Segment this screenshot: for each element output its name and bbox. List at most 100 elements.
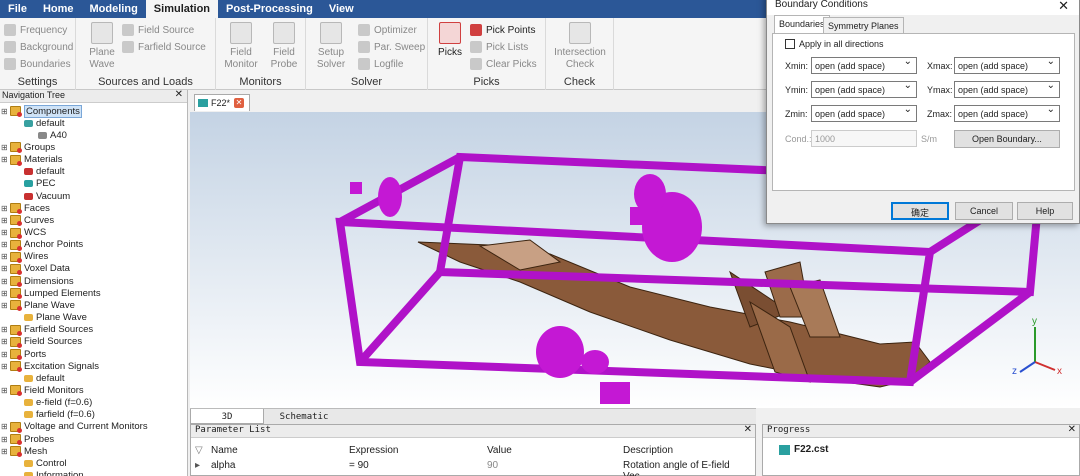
open-boundary-button[interactable]: Open Boundary... bbox=[954, 130, 1060, 148]
intersection-check-button[interactable]: Intersection Check bbox=[550, 22, 610, 71]
tree-item[interactable]: ⊞ Excitation Signals bbox=[1, 360, 99, 373]
boundaries-button[interactable]: Boundaries bbox=[4, 58, 71, 70]
tree-item[interactable]: A40 bbox=[38, 129, 67, 141]
expand-icon[interactable]: ⊞ bbox=[1, 107, 8, 116]
background-button[interactable]: Background bbox=[4, 41, 73, 53]
tree-item[interactable]: Information bbox=[24, 470, 84, 476]
tree-item[interactable]: ⊞ Materials bbox=[1, 154, 63, 166]
tab-boundaries[interactable]: Boundaries bbox=[774, 15, 830, 33]
field-source-button[interactable]: Field Source bbox=[122, 24, 194, 36]
param-description-cell[interactable]: Rotation angle of E-field Vec... bbox=[623, 460, 755, 476]
tree-item[interactable]: ⊞ Ports bbox=[1, 348, 46, 360]
expand-icon[interactable]: ⊞ bbox=[1, 435, 8, 444]
param-name-cell[interactable]: alpha bbox=[211, 460, 235, 471]
zmax-select[interactable]: open (add space) bbox=[954, 104, 1060, 122]
optimizer-button[interactable]: Optimizer bbox=[358, 24, 417, 36]
expand-icon[interactable]: ⊞ bbox=[1, 204, 8, 213]
ymax-select[interactable]: open (add space) bbox=[954, 80, 1060, 98]
cancel-button[interactable]: Cancel bbox=[955, 202, 1013, 220]
filter-icon[interactable]: ▽ bbox=[195, 445, 203, 456]
field-monitor-button[interactable]: Field Monitor bbox=[222, 22, 260, 71]
tree-item[interactable]: ⊞ Lumped Elements bbox=[1, 287, 101, 300]
tree-item[interactable]: ⊞ Components bbox=[1, 104, 82, 118]
column-description-header[interactable]: Description bbox=[623, 445, 673, 456]
xmax-select[interactable]: open (add space) bbox=[954, 56, 1060, 74]
column-value-header[interactable]: Value bbox=[487, 445, 512, 456]
pick-points-button[interactable]: Pick Points bbox=[470, 24, 535, 36]
expand-icon[interactable]: ⊞ bbox=[1, 422, 8, 431]
ymin-select[interactable]: open (add space) bbox=[811, 80, 917, 98]
expand-icon[interactable]: ⊞ bbox=[1, 216, 8, 225]
close-icon[interactable]: ✕ bbox=[175, 89, 183, 100]
close-icon[interactable]: ✕ bbox=[1058, 0, 1069, 14]
close-icon[interactable]: ✕ bbox=[744, 424, 752, 435]
tree-item[interactable]: PEC bbox=[24, 178, 56, 190]
expand-icon[interactable]: ⊞ bbox=[1, 264, 8, 273]
menu-home[interactable]: Home bbox=[35, 0, 82, 18]
field-probe-button[interactable]: Field Probe bbox=[266, 22, 302, 71]
expand-icon[interactable]: ⊞ bbox=[1, 277, 8, 286]
tree-item[interactable]: default bbox=[24, 372, 65, 384]
logfile-button[interactable]: Logfile bbox=[358, 58, 403, 70]
expand-icon[interactable]: ⊞ bbox=[1, 155, 8, 164]
menu-simulation[interactable]: Simulation bbox=[145, 0, 219, 18]
tree-item[interactable]: ⊞ Farfield Sources bbox=[1, 324, 93, 336]
tree-item[interactable]: Plane Wave bbox=[24, 312, 87, 324]
expand-icon[interactable]: ⊞ bbox=[1, 301, 8, 310]
farfield-source-button[interactable]: Farfield Source bbox=[122, 41, 206, 53]
zmin-select[interactable]: open (add space) bbox=[811, 104, 917, 122]
plane-wave-button[interactable]: Plane Wave bbox=[84, 22, 120, 71]
tree-item[interactable]: Control bbox=[24, 457, 67, 469]
tree-item[interactable]: ⊞ Field Monitors bbox=[1, 384, 84, 397]
picks-button[interactable]: Picks bbox=[432, 22, 468, 59]
tree-item[interactable]: ⊞ Groups bbox=[1, 141, 55, 154]
menu-file[interactable]: File bbox=[0, 0, 35, 18]
apply-all-checkbox[interactable] bbox=[785, 39, 795, 49]
column-expression-header[interactable]: Expression bbox=[349, 445, 398, 456]
tree-item[interactable]: ⊞ Dimensions bbox=[1, 275, 74, 288]
tree-item[interactable]: ⊞ Field Sources bbox=[1, 336, 82, 348]
setup-solver-button[interactable]: Setup Solver bbox=[312, 22, 350, 71]
tab-schematic[interactable]: Schematic bbox=[264, 409, 344, 424]
tab-3d[interactable]: 3D bbox=[190, 409, 264, 424]
ok-button[interactable]: 确定 bbox=[891, 202, 949, 220]
tree-item[interactable]: ⊞ Mesh bbox=[1, 445, 47, 458]
expand-icon[interactable]: ⊞ bbox=[1, 240, 8, 249]
tree-item[interactable]: ⊞ Voltage and Current Monitors bbox=[1, 421, 148, 433]
tree-item[interactable]: Vacuum bbox=[24, 190, 70, 202]
param-expression-cell[interactable]: = 90 bbox=[349, 460, 369, 471]
tree-item[interactable]: default bbox=[24, 117, 65, 129]
pick-lists-button[interactable]: Pick Lists bbox=[470, 41, 528, 53]
expand-icon[interactable]: ⊞ bbox=[1, 337, 8, 346]
frequency-button[interactable]: Frequency bbox=[4, 24, 67, 36]
menu-view[interactable]: View bbox=[321, 0, 362, 18]
tree-item[interactable]: ⊞ Faces bbox=[1, 202, 50, 215]
menu-post-processing[interactable]: Post-Processing bbox=[218, 0, 321, 18]
menu-modeling[interactable]: Modeling bbox=[82, 0, 146, 18]
clear-picks-button[interactable]: Clear Picks bbox=[470, 58, 537, 70]
par-sweep-button[interactable]: Par. Sweep bbox=[358, 41, 425, 53]
tree-item[interactable]: ⊞ Plane Wave bbox=[1, 299, 75, 312]
expand-icon[interactable]: ⊞ bbox=[1, 386, 8, 395]
tree-item[interactable]: ⊞ WCS bbox=[1, 227, 46, 239]
close-tab-icon[interactable]: ✕ bbox=[234, 98, 245, 108]
expand-icon[interactable]: ⊞ bbox=[1, 325, 8, 334]
close-icon[interactable]: ✕ bbox=[1068, 424, 1076, 435]
tree-item[interactable]: ⊞ Voxel Data bbox=[1, 263, 70, 275]
tree-item[interactable]: ⊞ Anchor Points bbox=[1, 239, 83, 251]
help-button[interactable]: Help bbox=[1017, 202, 1073, 220]
tab-symmetry-planes[interactable]: Symmetry Planes bbox=[823, 17, 904, 33]
tree-item[interactable]: ⊞ Wires bbox=[1, 251, 48, 263]
expand-icon[interactable]: ⊞ bbox=[1, 362, 8, 371]
expand-icon[interactable]: ⊞ bbox=[1, 289, 8, 298]
expand-icon[interactable]: ⊞ bbox=[1, 447, 8, 456]
cond-input[interactable]: 1000 bbox=[811, 130, 917, 147]
expand-icon[interactable]: ⊞ bbox=[1, 350, 8, 359]
tree-item[interactable]: ⊞ Curves bbox=[1, 214, 54, 227]
tree-item[interactable]: ⊞ Probes bbox=[1, 433, 54, 446]
document-tab[interactable]: F22* ✕ bbox=[194, 94, 250, 111]
tree-item[interactable]: default bbox=[24, 166, 65, 178]
tree-item[interactable]: e-field (f=0.6) bbox=[24, 397, 92, 409]
column-name-header[interactable]: Name bbox=[211, 445, 238, 456]
xmin-select[interactable]: open (add space) bbox=[811, 56, 917, 74]
